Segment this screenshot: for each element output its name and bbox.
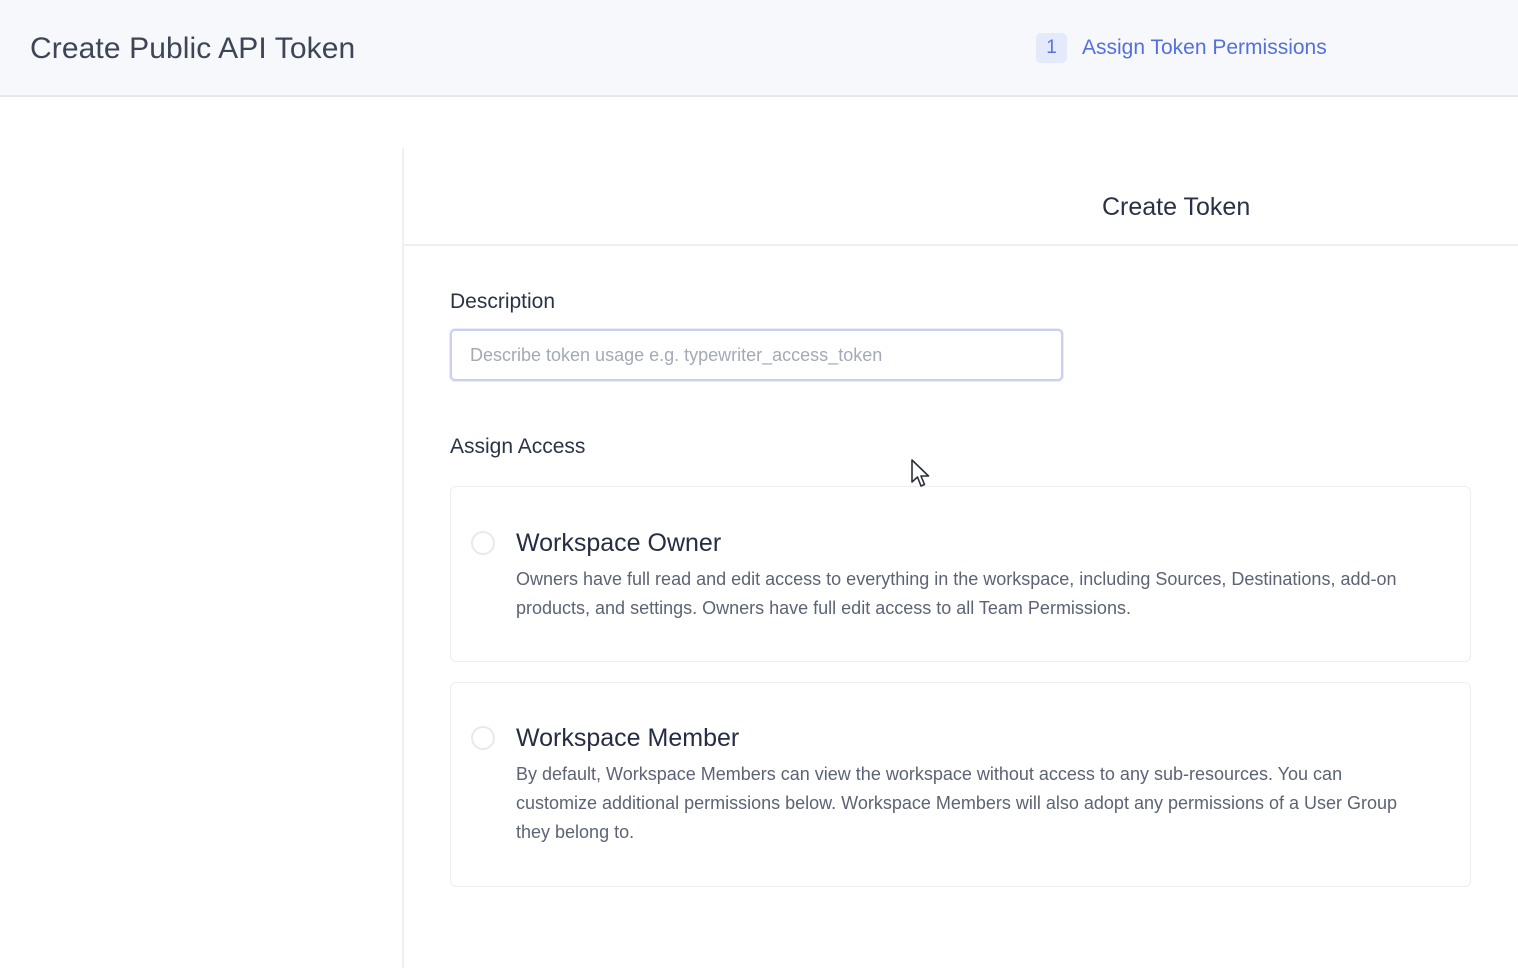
workspace-member-radio[interactable] (471, 726, 495, 750)
description-label: Description (450, 290, 556, 313)
option-title: Workspace Owner (516, 529, 722, 557)
panel-title: Create Token (1102, 193, 1251, 221)
option-description: Owners have full read and edit access to… (516, 569, 1397, 618)
option-title: Workspace Member (516, 724, 740, 752)
option-description: By default, Workspace Members can view t… (516, 764, 1398, 842)
top-header: Create Public API Token 1 Assign Token P… (0, 0, 1518, 97)
create-token-panel: Create Token Description Assign Access W… (402, 148, 1518, 968)
workspace-owner-option[interactable]: Workspace Owner Owners have full read an… (450, 486, 1471, 662)
mouse-pointer-icon (911, 459, 930, 487)
panel-header: Create Token (404, 148, 1518, 246)
description-input[interactable] (450, 329, 1063, 381)
step-label[interactable]: Assign Token Permissions (1082, 33, 1327, 63)
step-number-badge: 1 (1036, 33, 1067, 63)
page-title: Create Public API Token (30, 32, 356, 65)
step-indicator: 1 Assign Token Permissions (1036, 33, 1327, 63)
workspace-owner-radio[interactable] (471, 531, 495, 555)
assign-access-label: Assign Access (450, 435, 586, 458)
workspace-member-option[interactable]: Workspace Member By default, Workspace M… (450, 682, 1471, 887)
